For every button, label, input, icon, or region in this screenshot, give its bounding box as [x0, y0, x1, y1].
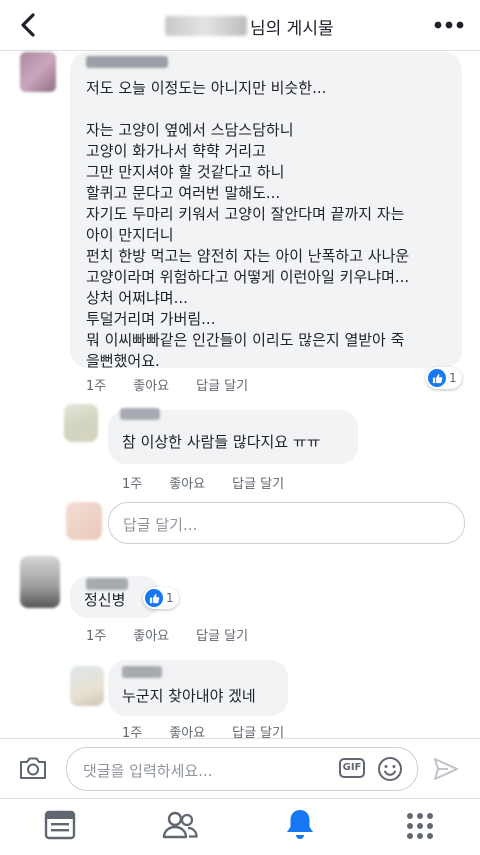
- comment-text: 누군지 찾아내야 겠네: [122, 687, 256, 705]
- commenter-name-blurred[interactable]: [122, 666, 162, 678]
- avatar[interactable]: [64, 404, 98, 442]
- comment-input-placeholder: 댓글을 입력하세요...: [83, 762, 213, 780]
- commenter-name-blurred[interactable]: [86, 56, 168, 68]
- author-name-blurred: [165, 16, 247, 36]
- page-title: 님의 게시물: [250, 19, 334, 39]
- friends-icon[interactable]: [162, 810, 198, 840]
- like-link[interactable]: 좋아요: [133, 629, 169, 644]
- camera-icon[interactable]: [18, 755, 48, 781]
- back-chevron-icon[interactable]: [14, 10, 44, 40]
- like-link[interactable]: 좋아요: [169, 477, 205, 492]
- commenter-name-blurred[interactable]: [86, 578, 128, 590]
- reply-input[interactable]: 답글 달기...: [108, 502, 465, 544]
- comment-meta: 1주 좋아요 답글 달기: [86, 625, 275, 644]
- reply-link[interactable]: 답글 달기: [196, 629, 248, 644]
- avatar[interactable]: [70, 666, 104, 706]
- comment-text: 참 이상한 사람들 많다지요 ㅠㅠ: [122, 433, 321, 451]
- emoji-icon[interactable]: [377, 756, 403, 782]
- comment-input[interactable]: 댓글을 입력하세요... GIF: [66, 747, 418, 791]
- comment-time: 1주: [122, 477, 143, 492]
- comment-meta: 1주 좋아요 답글 달기: [122, 473, 311, 492]
- reply-input-placeholder: 답글 달기...: [123, 516, 198, 534]
- comment-text: 저도 오늘 이정도는 아니지만 비슷한... 자는 고양이 옆에서 스담스담하니…: [86, 79, 410, 370]
- avatar[interactable]: [20, 52, 56, 92]
- comment-time: 1주: [86, 629, 107, 644]
- like-count-badge[interactable]: 1: [143, 587, 179, 609]
- reply-link[interactable]: 답글 달기: [232, 477, 284, 492]
- comment-time: 1주: [86, 379, 107, 394]
- like-count: 1: [449, 371, 457, 385]
- my-avatar: [66, 502, 102, 540]
- like-count-badge[interactable]: 1: [426, 367, 462, 389]
- news-feed-icon[interactable]: [44, 810, 76, 840]
- reply-link[interactable]: 답글 달기: [196, 379, 248, 394]
- commenter-name-blurred[interactable]: [120, 408, 160, 420]
- gif-button[interactable]: GIF: [339, 758, 365, 778]
- notifications-bell-icon[interactable]: [284, 807, 316, 841]
- more-dots-icon[interactable]: [432, 14, 466, 36]
- comment-meta: 1주 좋아요 답글 달기: [86, 375, 275, 394]
- comment-text: 정신병: [84, 591, 126, 609]
- avatar[interactable]: [20, 556, 60, 608]
- thumbs-up-icon: [145, 589, 163, 607]
- send-icon[interactable]: [432, 756, 460, 782]
- like-count: 1: [166, 591, 174, 605]
- like-link[interactable]: 좋아요: [133, 379, 169, 394]
- thumbs-up-icon: [428, 369, 446, 387]
- menu-grid-icon[interactable]: [406, 812, 434, 840]
